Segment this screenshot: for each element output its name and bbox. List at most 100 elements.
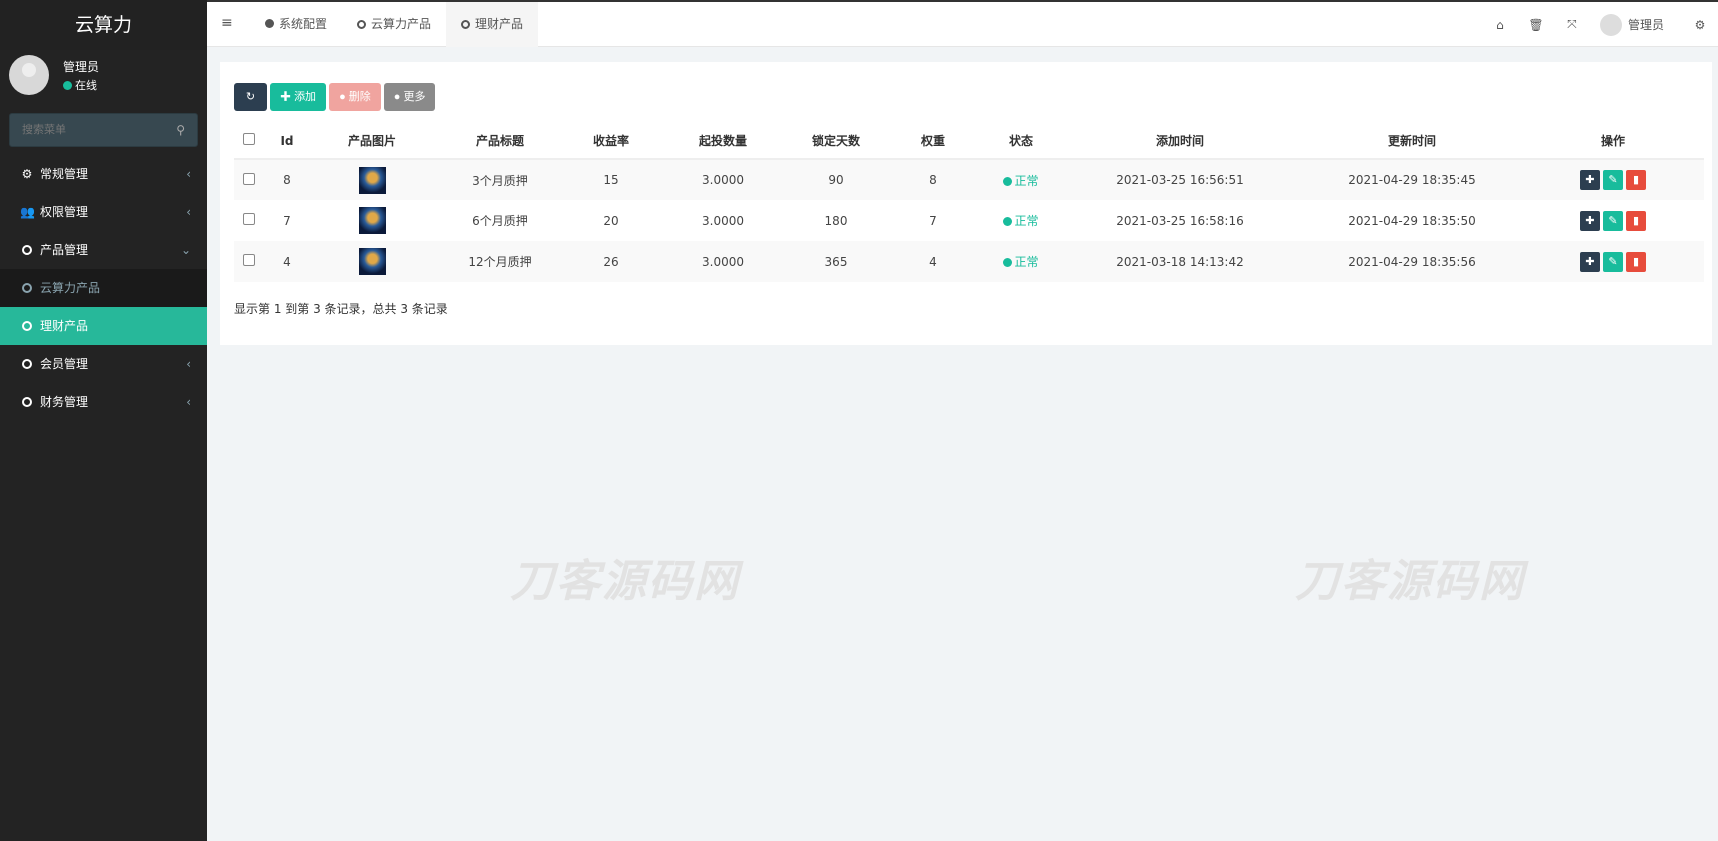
tab-label: 系统配置 [279,17,328,31]
circle-icon [22,283,32,293]
circle-icon [357,20,367,29]
row-checkbox[interactable] [243,172,255,185]
status-dot-icon [1003,258,1013,267]
sidebar-item-finance[interactable]: 财务管理 ‹ [0,383,207,421]
product-image[interactable] [358,248,386,275]
circle-icon [22,397,32,407]
user-name: 管理员 [63,60,100,74]
cell-weight: 7 [929,213,937,228]
sidebar-item-general[interactable]: ⚙ 常规管理 ‹ [0,155,207,193]
table-row: 4 12个月质押 26 3.0000 365 4 正常 2021-03-18 14:13:42… [234,241,1704,282]
cell-days: 365 [824,254,848,269]
cell-rate: 15 [603,173,619,187]
row-checkbox[interactable] [243,254,255,266]
sidebar-item-label: 产品管理 [40,243,89,257]
cell-rate: 26 [603,254,619,269]
status-text: 正常 [1014,214,1039,228]
status-text: 在线 [75,79,97,92]
refresh-button[interactable]: ↻ [234,83,267,111]
cell-min: 3.0000 [702,213,744,228]
chevron-left-icon: ‹ [186,167,191,181]
sidebar-item-label: 权限管理 [40,205,89,219]
drag-sort-button[interactable]: ✚ [1580,210,1600,231]
gear-icon [265,19,274,28]
cell-id: 8 [283,173,291,187]
status-text: 正常 [1014,173,1039,188]
pagination-info: 显示第 1 到第 3 条记录，总共 3 条记录 [234,302,448,316]
app-logo[interactable]: 云算力 [0,0,207,50]
product-image[interactable] [358,207,386,234]
tab-cloud-products[interactable]: 云算力产品 [342,2,446,47]
cell-created: 2021-03-25 16:58:16 [1116,213,1244,228]
col-title: 产品标题 [434,123,566,160]
col-actions: 操作 [1522,123,1704,160]
menu-search: ⚲ [9,113,198,147]
menu-search-input[interactable] [10,114,170,146]
cogs-icon[interactable]: ⚙ [1682,18,1718,32]
trash-icon[interactable]: 🗑 [1518,18,1554,32]
edit-button[interactable]: ✎ [1603,251,1623,272]
cell-updated: 2021-04-29 18:35:45 [1348,173,1476,187]
add-button[interactable]: ✚ 添加 [270,83,327,111]
drag-sort-button[interactable]: ✚ [1580,170,1600,190]
tab-label: 云算力产品 [371,17,432,31]
sidebar-item-auth[interactable]: 👥 权限管理 ‹ [0,193,207,231]
delete-row-button[interactable]: ▮ [1626,170,1646,190]
search-icon[interactable]: ⚲ [176,123,185,137]
cell-title: 6个月质押 [472,214,528,228]
fullscreen-icon[interactable]: ⤧ [1554,17,1590,32]
user-panel: 管理员 在线 [0,50,207,106]
select-all-checkbox[interactable] [243,133,255,145]
sidebar-item-finance-products[interactable]: 理财产品 [0,307,207,345]
drag-sort-button[interactable]: ✚ [1580,251,1600,272]
delete-button[interactable]: ● 删除 [329,83,381,111]
status-badge[interactable]: 正常 [1003,173,1039,188]
sidebar-item-members[interactable]: 会员管理 ‹ [0,345,207,383]
status-dot-icon [1003,217,1013,226]
status-badge[interactable]: 正常 [1003,214,1039,228]
table-header: Id 产品图片 产品标题 收益率 起投数量 锁定天数 权重 状态 添加时间 更新… [234,123,1704,160]
add-label: 添加 [294,91,317,103]
col-weight: 权重 [882,123,984,160]
product-image[interactable] [358,166,386,194]
col-updated: 更新时间 [1302,123,1522,160]
tab-label: 理财产品 [475,17,524,31]
delete-row-button[interactable]: ▮ [1626,251,1646,272]
group-icon: 👥 [20,205,35,219]
sidebar-item-label: 会员管理 [40,357,89,371]
cell-updated: 2021-04-29 18:35:50 [1348,213,1476,228]
cell-title: 3个月质押 [472,173,528,188]
delete-label: 删除 [348,91,371,103]
edit-button[interactable]: ✎ [1603,210,1623,231]
home-icon[interactable]: ⌂ [1482,18,1518,32]
sidebar-item-products[interactable]: 产品管理 ⌄ [0,231,207,269]
watermark: 刀客源码网 [510,556,740,607]
topbar-username[interactable]: 管理员 [1628,16,1664,33]
cell-days: 180 [824,213,848,228]
topbar-avatar[interactable] [1599,13,1622,36]
tab-system-config[interactable]: 系统配置 [250,2,342,47]
row-checkbox[interactable] [243,213,255,225]
topbar: ≡ 系统配置 云算力产品 理财产品 ⌂ 🗑 ⤧ 管理员 ⚙ [207,0,1718,47]
more-button[interactable]: ● 更多 [383,83,436,111]
plus-icon: ✚ [280,91,295,103]
sidebar-item-cloud-products[interactable]: 云算力产品 [0,269,207,307]
col-image: 产品图片 [310,123,434,160]
refresh-icon: ↻ [245,91,256,103]
cell-min: 3.0000 [702,173,744,187]
edit-button[interactable]: ✎ [1603,170,1623,190]
status-badge[interactable]: 正常 [1003,255,1039,269]
products-table: Id 产品图片 产品标题 收益率 起投数量 锁定天数 权重 状态 添加时间 更新… [234,123,1704,282]
col-min: 起投数量 [656,123,790,160]
online-dot-icon [63,81,72,90]
sidebar-item-label: 理财产品 [40,319,89,333]
col-id[interactable]: Id [264,123,310,160]
cell-rate: 20 [603,213,619,228]
tab-bar: 系统配置 云算力产品 理财产品 [250,2,539,47]
delete-row-button[interactable]: ▮ [1626,210,1646,231]
status-dot-icon [1003,176,1013,186]
tab-finance-products[interactable]: 理财产品 [446,2,539,47]
user-status: 在线 [63,77,97,93]
menu-toggle-icon[interactable]: ≡ [221,15,233,31]
cell-weight: 4 [929,254,937,269]
